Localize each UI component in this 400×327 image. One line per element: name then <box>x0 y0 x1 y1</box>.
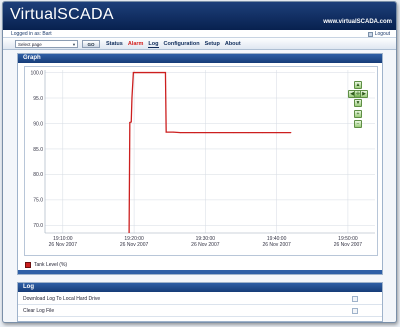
logged-in-text: Logged in as: Bart <box>11 31 52 37</box>
nav-status[interactable]: Status <box>106 41 123 48</box>
logout-button[interactable]: Logout <box>367 31 390 37</box>
go-button[interactable]: GO <box>82 40 100 48</box>
data-point <box>233 132 235 134</box>
page-select-value: Select page <box>18 42 42 47</box>
nav-alarm[interactable]: Alarm <box>128 41 144 48</box>
data-point <box>261 132 263 134</box>
nav-configuration[interactable]: Configuration <box>164 41 200 48</box>
page-select-dropdown[interactable]: Select page ▼ <box>15 40 78 48</box>
navigation-bar: Select page ▼ GO Status Alarm Log Config… <box>3 38 396 50</box>
x-tick-date: 26 Nov 2007 <box>262 242 291 248</box>
graph-panel-footer <box>18 270 382 274</box>
y-tick-label: 100.0 <box>30 70 43 76</box>
x-tick-date: 26 Nov 2007 <box>120 242 149 248</box>
site-url-link[interactable]: www.virtualSCADA.com <box>323 19 392 25</box>
data-point <box>276 132 278 134</box>
data-point <box>247 132 249 134</box>
data-point <box>164 72 166 74</box>
tank-level-chart: 100.095.090.085.080.075.070.019:10:0026 … <box>30 70 375 248</box>
graph-panel: Graph 100.0 95.0 90.0 85.0 80.0 75.0 70.0 19:10… <box>17 53 383 275</box>
user-bar: Logged in as: Bart Logout <box>3 30 396 38</box>
zoom-in-icon[interactable]: + <box>354 110 362 118</box>
x-tick-date: 26 Nov 2007 <box>49 242 78 248</box>
logout-icon <box>367 31 373 37</box>
chart-controls: ▲ ◀ ✛ ▶ ▼ + − <box>348 81 368 133</box>
pan-right-icon[interactable]: ▶ <box>360 90 368 98</box>
data-point <box>131 97 133 99</box>
legend-label: Tank Level (%) <box>34 262 68 268</box>
clear-icon[interactable] <box>352 308 358 314</box>
chevron-down-icon: ▼ <box>72 42 76 47</box>
nav-about[interactable]: About <box>225 41 241 48</box>
y-tick-label: 90.0 <box>33 121 43 127</box>
data-point <box>165 131 167 133</box>
zoom-out-icon[interactable]: − <box>354 120 362 128</box>
pan-up-icon[interactable]: ▲ <box>354 81 362 89</box>
data-point <box>219 132 221 134</box>
graph-panel-title: Graph <box>18 54 382 63</box>
data-point <box>194 132 196 134</box>
legend-swatch <box>25 262 31 268</box>
nav-setup[interactable]: Setup <box>205 41 220 48</box>
nav-links: Status Alarm Log Configuration Setup Abo… <box>106 41 241 48</box>
series-line-tank-level <box>128 71 291 234</box>
nav-log[interactable]: Log <box>148 41 159 48</box>
data-point <box>290 132 292 134</box>
data-point <box>129 121 131 123</box>
y-tick-label: 95.0 <box>33 96 43 102</box>
clear-log-label: Clear Log File <box>23 308 55 314</box>
data-point <box>172 131 174 133</box>
y-tick-label: 75.0 <box>33 198 43 204</box>
log-panel-title: Log <box>18 283 382 292</box>
app-window: VirtualSCADA www.virtualSCADA.com Logged… <box>2 1 397 323</box>
data-point <box>132 72 134 74</box>
y-tick-label: 80.0 <box>33 172 43 178</box>
x-tick-date: 26 Nov 2007 <box>334 242 363 248</box>
y-tick-label: 70.0 <box>33 223 43 229</box>
clear-log-action[interactable]: Clear Log File <box>18 305 382 317</box>
log-panel: Log Download Log To Local Hard Drive Cle… <box>17 282 383 322</box>
chart-legend: Tank Level (%) <box>25 262 67 268</box>
pan-down-icon[interactable]: ▼ <box>354 99 362 107</box>
app-title: VirtualSCADA <box>10 6 114 23</box>
y-tick-label: 85.0 <box>33 147 43 153</box>
x-tick-date: 26 Nov 2007 <box>191 242 220 248</box>
logout-label: Logout <box>374 31 390 37</box>
data-point <box>204 132 206 134</box>
download-icon[interactable] <box>352 296 358 302</box>
app-header: VirtualSCADA www.virtualSCADA.com <box>3 2 396 30</box>
data-point <box>179 132 181 134</box>
data-point <box>130 121 132 123</box>
download-log-action[interactable]: Download Log To Local Hard Drive <box>18 293 382 305</box>
download-log-label: Download Log To Local Hard Drive <box>23 296 101 302</box>
chart-area: 100.0 95.0 90.0 85.0 80.0 75.0 70.0 19:10:00 26 … <box>24 66 378 256</box>
